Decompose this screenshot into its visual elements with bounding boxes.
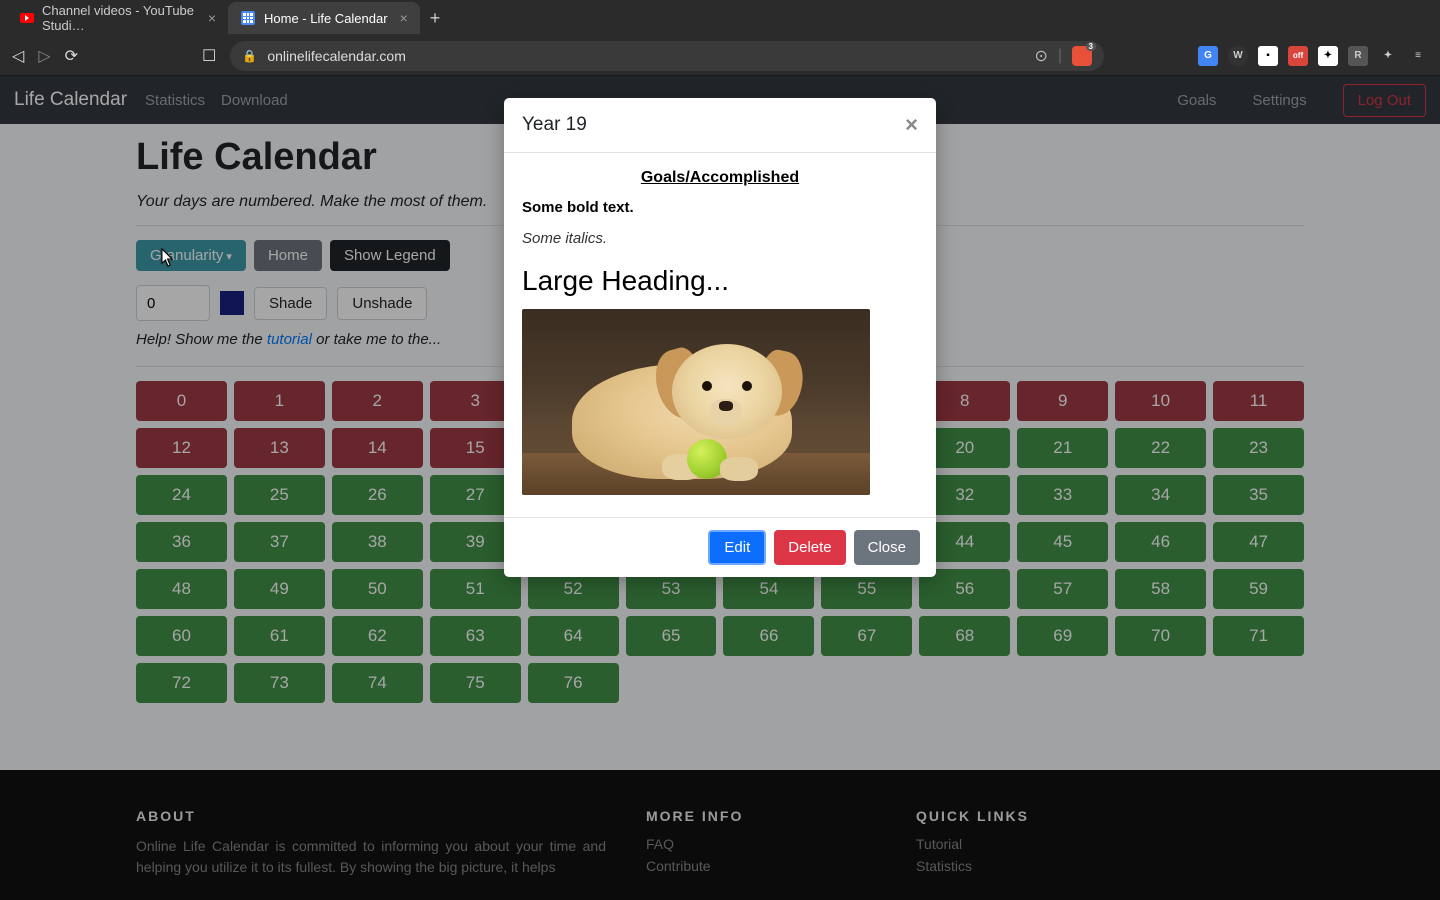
- address-bar[interactable]: 🔒 onlinelifecalendar.com ⊙ | 3: [230, 41, 1104, 71]
- tab-title: Channel videos - YouTube Studi…: [42, 3, 196, 33]
- modal-italic-text: Some italics.: [522, 230, 918, 247]
- close-icon[interactable]: ×: [400, 10, 408, 26]
- modal-image: [522, 309, 870, 495]
- modal-bold-text: Some bold text.: [522, 199, 918, 216]
- modal-title: Year 19: [522, 114, 587, 136]
- modal-body: Goals/Accomplished Some bold text. Some …: [504, 153, 936, 517]
- forward-button[interactable]: ▷: [38, 46, 50, 66]
- ext-icon[interactable]: ✦: [1318, 46, 1338, 66]
- year-modal: Year 19 × Goals/Accomplished Some bold t…: [504, 98, 936, 577]
- tab-active[interactable]: Home - Life Calendar ×: [228, 2, 420, 34]
- modal-heading: Large Heading...: [522, 265, 918, 297]
- ext-icon[interactable]: ▪: [1258, 46, 1278, 66]
- extensions-icon[interactable]: ✦: [1378, 46, 1398, 66]
- ext-icon[interactable]: R: [1348, 46, 1368, 66]
- back-button[interactable]: ◁: [12, 46, 24, 66]
- modal-header: Year 19 ×: [504, 98, 936, 153]
- toolbar: ◁ ▷ ⟳ ☐ 🔒 onlinelifecalendar.com ⊙ | 3 G…: [0, 36, 1440, 76]
- tab-bar: Channel videos - YouTube Studi… × Home -…: [0, 0, 1440, 36]
- menu-icon[interactable]: ≡: [1408, 46, 1428, 66]
- modal-subtitle: Goals/Accomplished: [522, 169, 918, 187]
- tab-inactive[interactable]: Channel videos - YouTube Studi… ×: [8, 2, 228, 34]
- modal-footer: Edit Delete Close: [504, 517, 936, 577]
- shield-icon[interactable]: 3: [1072, 46, 1092, 66]
- url-text: onlinelifecalendar.com: [267, 48, 406, 64]
- tab-title: Home - Life Calendar: [264, 11, 388, 26]
- browser-chrome: Channel videos - YouTube Studi… × Home -…: [0, 0, 1440, 76]
- ext-icon[interactable]: G: [1198, 46, 1218, 66]
- close-icon[interactable]: ×: [208, 10, 216, 26]
- new-tab-button[interactable]: +: [420, 8, 451, 29]
- lock-icon: 🔒: [242, 49, 257, 63]
- bookmark-icon[interactable]: ☐: [202, 46, 216, 66]
- search-icon[interactable]: ⊙: [1034, 46, 1047, 66]
- ext-icon[interactable]: off: [1288, 46, 1308, 66]
- ext-icon[interactable]: W: [1228, 46, 1248, 66]
- extension-icons: G W ▪ off ✦ R ✦ ≡: [1198, 46, 1428, 66]
- edit-button[interactable]: Edit: [708, 530, 766, 565]
- youtube-icon: [20, 10, 34, 26]
- close-button[interactable]: Close: [854, 530, 920, 565]
- delete-button[interactable]: Delete: [774, 530, 845, 565]
- reload-button[interactable]: ⟳: [65, 46, 78, 66]
- close-icon[interactable]: ×: [905, 112, 918, 138]
- calendar-icon: [240, 10, 256, 26]
